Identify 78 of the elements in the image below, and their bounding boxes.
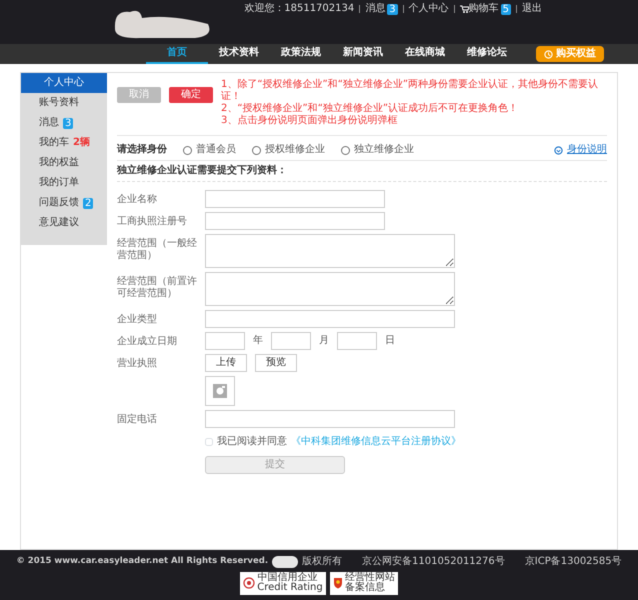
badge-text: 中国信用企业 <box>257 572 318 582</box>
clock-icon <box>544 50 553 58</box>
field-label: 经营范围（一般经营范围） <box>117 236 198 262</box>
welcome-text: 欢迎您：18511702134 <box>244 3 354 15</box>
agreement-text: 我已阅读并同意 <box>217 436 287 448</box>
input-field[interactable] <box>205 332 245 350</box>
field-label: 工商执照注册号 <box>117 214 188 228</box>
nav-tab[interactable]: 在线商城 <box>394 44 456 64</box>
help-icon <box>554 146 563 154</box>
top-link[interactable]: 购物车 <box>468 3 499 15</box>
checkbox[interactable] <box>205 438 213 446</box>
nav-tab[interactable]: 维修论坛 <box>456 44 518 64</box>
note-text: 1、除了“授权维修企业”和“独立维修企业”两种身份需要企业认证，其他身份不需要认证！ <box>221 79 600 102</box>
note-text: 2、“授权维修企业”和“独立维修企业”认证成功后不可在更换角色！ <box>221 103 520 114</box>
footer-badge[interactable]: 经营性网站 备案信息 <box>330 572 398 594</box>
sidebar-item[interactable]: 我的车 <box>21 133 69 153</box>
field-label: 企业类型 <box>117 312 158 326</box>
icp-text: 京ICP备13002585号 <box>524 556 622 568</box>
date-unit: 日 <box>385 335 395 347</box>
radio-label[interactable]: 授权维修企业 <box>265 144 325 156</box>
badge-text: Credit Rating <box>257 583 323 594</box>
top-link[interactable]: 个人中心 <box>408 3 449 15</box>
rights-text: 版权所有 <box>302 556 342 568</box>
sidebar-item[interactable]: 问题反馈 <box>21 193 79 213</box>
text-area[interactable] <box>205 272 455 306</box>
date-unit: 月 <box>319 335 329 347</box>
sidebar-title: 个人中心 <box>21 73 107 93</box>
input-field[interactable] <box>271 332 311 350</box>
nav-tab[interactable]: 首页 <box>146 44 208 64</box>
count-badge: 3 <box>387 4 398 14</box>
field-label: 企业名称 <box>117 192 158 206</box>
field-label: 营业执照 <box>117 356 158 370</box>
top-link[interactable]: 退出 <box>522 3 542 15</box>
beian-text: 京公网安备1101052011276号 <box>362 556 505 568</box>
top-link[interactable]: 消息 <box>365 3 386 15</box>
sidebar-item[interactable]: 我的订单 <box>21 173 79 193</box>
upload-button[interactable]: 上传 <box>205 354 247 372</box>
count-badge: 3 <box>63 118 74 128</box>
shield-icon <box>332 577 343 589</box>
sidebar-item[interactable]: 消息 <box>21 113 59 133</box>
nav-tab[interactable]: 技术资料 <box>208 44 270 64</box>
identity-label: 请选择身份 <box>117 144 167 156</box>
date-unit: 年 <box>253 335 263 347</box>
input-field[interactable] <box>205 310 455 328</box>
input-field[interactable] <box>205 212 385 230</box>
image-placeholder-icon <box>205 376 235 406</box>
text-area[interactable] <box>205 234 455 268</box>
redaction-blob <box>272 556 298 568</box>
help-link[interactable]: 身份说明 <box>567 144 607 156</box>
radio-label[interactable]: 普通会员 <box>196 144 236 156</box>
sidebar-item[interactable]: 账号资料 <box>21 93 79 113</box>
badge-text: 备案信息 <box>344 583 386 594</box>
car-count: 2辆 <box>73 137 90 149</box>
confirm-button[interactable]: 确定 <box>169 87 213 103</box>
input-field[interactable] <box>337 332 377 350</box>
count-badge: 2 <box>83 198 94 208</box>
field-label: 企业成立日期 <box>117 334 178 348</box>
nav-tab[interactable]: 政策法规 <box>270 44 332 64</box>
sidebar-item[interactable]: 我的权益 <box>21 153 79 173</box>
sidebar-item[interactable]: 意见建议 <box>21 213 79 233</box>
copyright-text: © 2015 www.car.easyleader.net All Rights Reserved. <box>16 556 268 567</box>
count-badge: 5 <box>500 4 511 14</box>
nav-tab[interactable]: 新闻资讯 <box>332 44 394 64</box>
input-field[interactable] <box>205 410 455 428</box>
upload-button[interactable]: 预览 <box>255 354 297 372</box>
radio-button[interactable] <box>341 146 350 154</box>
badge-text: 经营性网站 <box>344 572 395 582</box>
cart-icon <box>460 5 469 13</box>
field-label: 固定电话 <box>117 412 158 426</box>
seal-icon <box>243 577 256 589</box>
note-text: 3、点击身份说明页面弹出身份说明弹框 <box>221 115 398 127</box>
radio-button[interactable] <box>183 146 192 154</box>
field-label: 经营范围（前置许可经营范围） <box>117 274 198 300</box>
radio-label[interactable]: 独立维修企业 <box>354 144 414 156</box>
section-heading: 独立维修企业认证需要提交下列资料： <box>117 163 288 178</box>
footer-badge[interactable]: 中国信用企业 Credit Rating <box>240 572 326 594</box>
radio-button[interactable] <box>252 146 261 154</box>
input-field[interactable] <box>205 190 385 208</box>
